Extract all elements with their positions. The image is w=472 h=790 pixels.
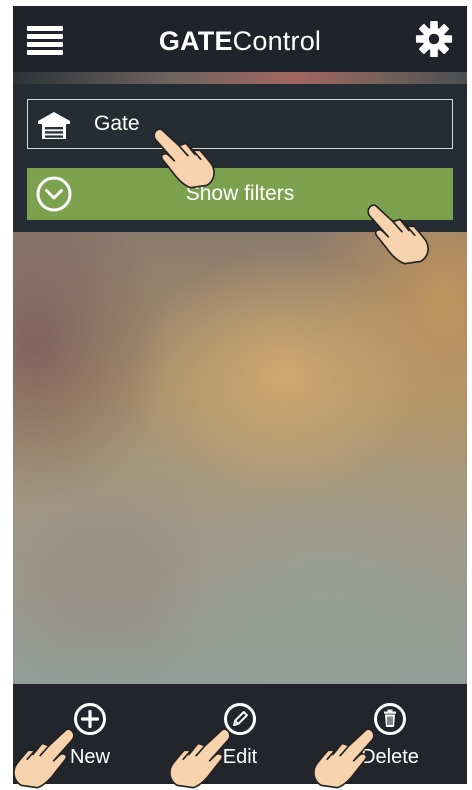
device-item-gate[interactable]: Gate — [27, 99, 453, 149]
edit-label: Edit — [222, 746, 258, 768]
garage-door-icon — [38, 112, 70, 139]
header-accent-strip — [13, 72, 467, 84]
bottom-toolbar: New Edit Delete — [13, 684, 467, 784]
app-screen: GATEControl Gate Show filters New Edit D… — [13, 6, 467, 784]
device-panel: Gate Show filters — [13, 84, 467, 232]
delete-label: Delete — [361, 746, 419, 768]
new-button[interactable]: New — [35, 684, 145, 784]
pencil-circle-icon — [224, 703, 256, 735]
device-label: Gate — [94, 112, 140, 135]
gear-icon[interactable] — [415, 20, 453, 58]
delete-button[interactable]: Delete — [335, 684, 445, 784]
trash-circle-icon — [374, 703, 406, 735]
app-title: GATEControl — [13, 26, 467, 57]
new-label: New — [69, 746, 110, 768]
app-title-light: Control — [232, 26, 322, 56]
show-filters-label: Show filters — [185, 182, 295, 205]
app-header: GATEControl — [13, 6, 467, 72]
app-title-bold: GATE — [158, 26, 233, 56]
plus-circle-icon — [74, 703, 106, 735]
show-filters-button[interactable]: Show filters — [27, 168, 453, 220]
blurred-background — [13, 232, 467, 684]
edit-button[interactable]: Edit — [185, 684, 295, 784]
